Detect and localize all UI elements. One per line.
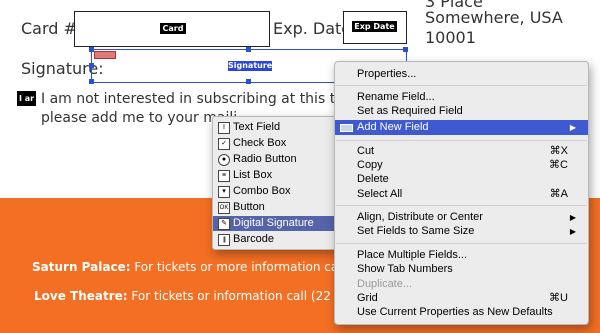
exp-date-label: Exp. Date [273,19,352,38]
add-field-icon [340,124,353,132]
menu-item-use-current-defaults[interactable]: Use Current Properties as New Defaults [335,306,588,319]
submenu-item-digital-signature[interactable]: ✎ Digital Signature [213,216,335,231]
menu-item-show-tab-numbers[interactable]: Show Tab Numbers [335,263,588,276]
text-field-icon: I [218,122,230,134]
combo-box-icon: ▾ [218,186,230,198]
submenu-item-barcode[interactable]: ||| Barcode [213,232,335,247]
resize-handle[interactable] [89,47,94,52]
venue-love-theatre: Love Theatre: For tickets or information… [34,289,331,303]
resize-handle[interactable] [403,47,408,52]
check-box-icon: ✓ [218,138,230,150]
menu-item-rename-field[interactable]: Rename Field... [335,91,588,104]
add-new-field-submenu: I Text Field ✓ Check Box ● Radio Button … [212,116,336,250]
menu-item-set-required[interactable]: Set as Required Field [335,105,588,118]
menu-item-place-multiple[interactable]: Place Multiple Fields... [335,249,588,262]
venue-info-text: For tickets or more information ca [134,260,339,274]
barcode-icon: ||| [218,234,230,246]
menu-separator [336,243,587,244]
venue-name: Love Theatre: [34,289,128,303]
chevron-right-icon: ▶ [569,213,576,222]
chevron-right-icon: ▶ [569,227,576,236]
menu-item-duplicate: Duplicate... [357,278,413,290]
optout-checkbox-tag: I ar [18,94,35,103]
menu-item-select-all[interactable]: Select All ⌘A [335,188,588,201]
signature-field-tag: Signature [228,61,273,71]
optout-text-line-1: I am not interested in subscribing at th… [41,91,353,107]
optout-checkbox[interactable]: I ar [17,91,36,106]
radio-button-icon: ● [218,154,230,166]
address-line-3: 10001 [425,28,476,47]
list-box-icon: ≡ [218,170,230,182]
shortcut: ⌘A [549,188,568,200]
exp-date-field-tag: Exp Date [352,21,397,32]
submenu-item-button[interactable]: OK Button [213,200,335,215]
chevron-right-icon: ▶ [569,123,576,132]
address-line-2: Somewhere, USA [425,8,563,27]
menu-separator [336,205,587,206]
menu-separator [336,85,587,86]
venue-saturn-palace: Saturn Palace: For tickets or more infor… [32,260,338,274]
signature-field-pen-marker [94,51,116,59]
menu-item-add-new-field[interactable]: Add New Field ▶ [335,120,588,135]
menu-item-properties[interactable]: Properties... [335,68,588,81]
menu-separator [336,140,587,141]
venue-name: Saturn Palace: [32,260,131,274]
menu-item-align-distribute[interactable]: Align, Distribute or Center ▶ [335,211,588,224]
submenu-item-combo-box[interactable]: ▾ Combo Box [213,184,335,199]
button-icon: OK [218,202,230,214]
menu-item-grid[interactable]: Grid ⌘U [335,292,588,305]
card-field[interactable]: Card [74,11,270,47]
venue-info-text: For tickets or information call (22 [131,289,331,303]
resize-handle[interactable] [89,63,94,68]
submenu-item-text-field[interactable]: I Text Field [213,120,335,135]
card-field-tag: Card [160,23,186,34]
submenu-item-radio-button[interactable]: ● Radio Button [213,152,335,167]
shortcut: ⌘X [549,145,568,157]
exp-date-field[interactable]: Exp Date [343,11,407,44]
shortcut: ⌘U [549,292,568,304]
submenu-item-list-box[interactable]: ≡ List Box [213,168,335,183]
optout-text-line-2: please add me to your maili [41,110,238,126]
menu-item-delete[interactable]: Delete [335,173,588,186]
shortcut: ⌘C [549,159,568,171]
submenu-item-check-box[interactable]: ✓ Check Box [213,136,335,151]
menu-item-copy[interactable]: Copy ⌘C [335,159,588,172]
menu-item-cut[interactable]: Cut ⌘X [335,145,588,158]
resize-handle[interactable] [246,47,251,52]
menu-item-same-size[interactable]: Set Fields to Same Size ▶ [335,225,588,238]
field-context-menu: Properties... Rename Field... Set as Req… [334,61,589,325]
resize-handle[interactable] [246,79,251,84]
digital-signature-icon: ✎ [218,218,230,230]
resize-handle[interactable] [89,79,94,84]
